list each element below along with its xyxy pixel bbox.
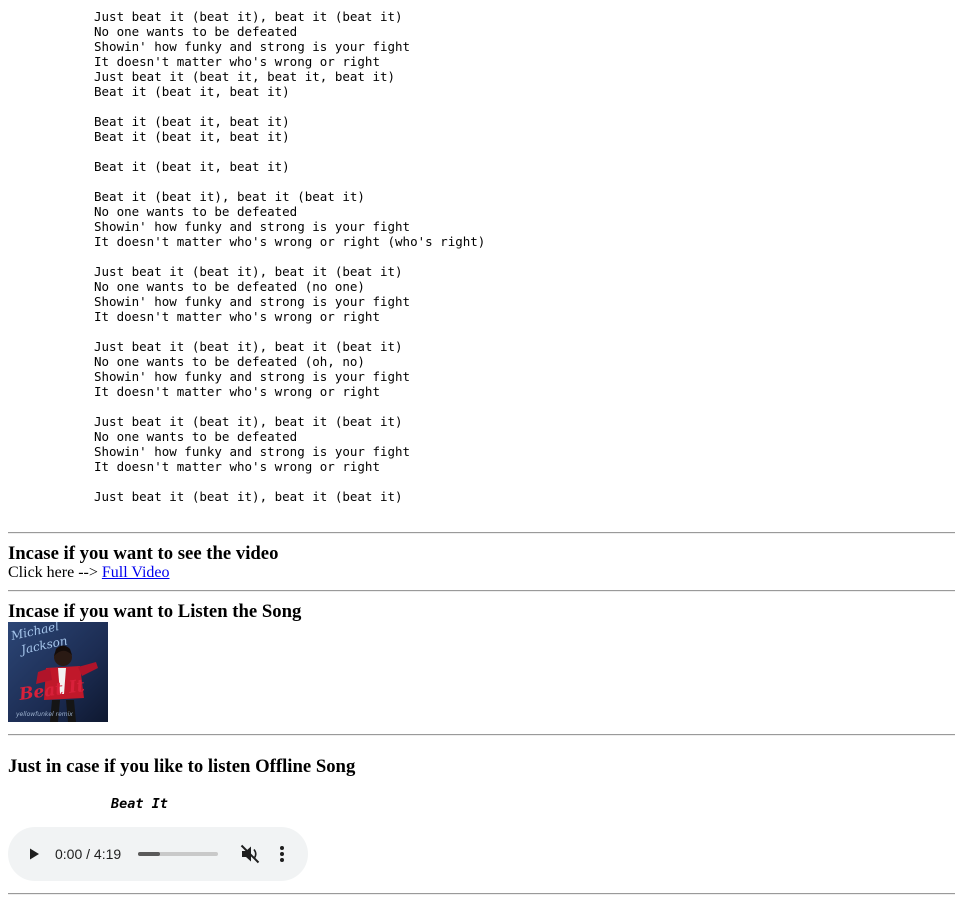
divider-4 [8, 893, 955, 895]
more-vert-icon [280, 846, 284, 862]
progress-slider[interactable] [138, 852, 218, 856]
play-icon [30, 848, 39, 860]
video-section-heading: Incase if you want to see the video [8, 543, 279, 564]
lyrics-text: Just beat it (beat it), beat it (beat it… [94, 9, 486, 504]
time-display: 0:00 / 4:19 [55, 846, 122, 862]
listen-section-heading: Incase if you want to Listen the Song [8, 601, 302, 622]
mute-button[interactable] [239, 843, 261, 865]
svg-text:yellowfunkel remix: yellowfunkel remix [15, 711, 73, 718]
full-video-link[interactable]: Full Video [102, 564, 170, 581]
video-link-line: Click here --> Full Video [8, 563, 170, 583]
song-title: Beat It [111, 796, 168, 812]
audio-player: 0:00 / 4:19 [8, 827, 308, 881]
volume-muted-icon [240, 844, 260, 864]
divider-3 [8, 734, 955, 736]
play-button[interactable] [24, 844, 44, 864]
divider-2 [8, 590, 955, 592]
offline-section-heading: Just in case if you like to listen Offli… [8, 756, 356, 777]
album-cover-image[interactable]: Michael Jackson Beat It yellowfunkel rem… [8, 622, 108, 722]
video-link-prompt: Click here --> [8, 564, 102, 581]
divider-1 [8, 532, 955, 534]
progress-fill [138, 852, 160, 856]
more-options-button[interactable] [274, 843, 290, 865]
